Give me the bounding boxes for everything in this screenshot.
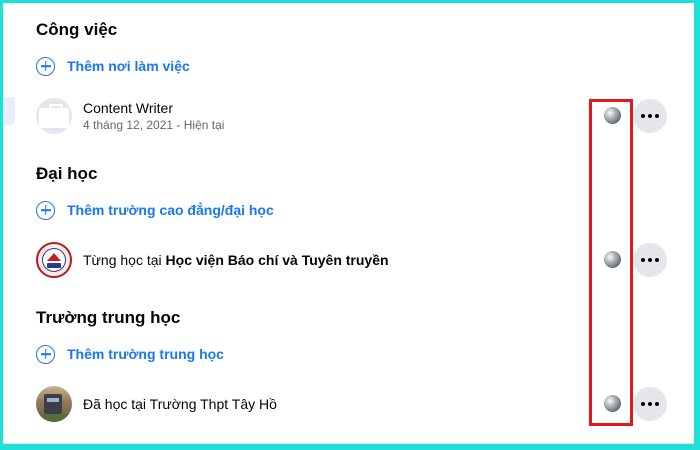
work-entry-title[interactable]: Content Writer [83,99,224,117]
add-highschool-label[interactable]: Thêm trường trung học [67,346,224,362]
add-college-button[interactable]: Thêm trường cao đẳng/đại học [36,198,274,222]
plus-circle-icon [36,344,55,364]
section-title-work: Công việc [36,20,118,39]
plus-circle-icon [36,200,55,220]
college-entry[interactable]: Từng học tại Học viện Báo chí và Tuyên t… [36,240,389,280]
more-horizontal-icon [641,402,659,406]
school-logo [36,242,72,278]
highschool-entry[interactable]: Đã học tại Trường Thpt Tây Hồ [36,384,277,424]
more-options-button[interactable] [633,243,667,277]
privacy-highlight-box [589,99,633,426]
college-entry-school[interactable]: Học viện Báo chí và Tuyên truyền [166,252,389,268]
more-horizontal-icon [641,114,659,118]
add-workplace-button[interactable]: Thêm nơi làm việc [36,54,190,78]
plus-circle-icon [36,56,55,76]
work-entry-date: 4 tháng 12, 2021 - Hiện tại [83,118,225,132]
briefcase-icon [36,98,72,134]
more-options-button[interactable] [633,387,667,421]
school-photo [36,386,72,422]
college-entry-prefix: Từng học tại [83,252,166,268]
divider [3,443,694,444]
add-highschool-button[interactable]: Thêm trường trung học [36,342,224,366]
work-entry[interactable]: Content Writer 4 tháng 12, 2021 - Hiện t… [36,96,224,136]
about-panel: Công việc Thêm nơi làm việc Content Writ… [3,3,694,444]
left-tab-edge [3,97,15,125]
more-options-button[interactable] [633,99,667,133]
highschool-entry-text[interactable]: Đã học tại Trường Thpt Tây Hồ [83,395,277,413]
section-title-highschool: Trường trung học [36,308,181,327]
add-workplace-label[interactable]: Thêm nơi làm việc [67,58,190,74]
add-college-label[interactable]: Thêm trường cao đẳng/đại học [67,202,274,218]
section-title-college: Đại học [36,164,98,183]
college-entry-text: Từng học tại Học viện Báo chí và Tuyên t… [83,251,389,269]
more-horizontal-icon [641,258,659,262]
